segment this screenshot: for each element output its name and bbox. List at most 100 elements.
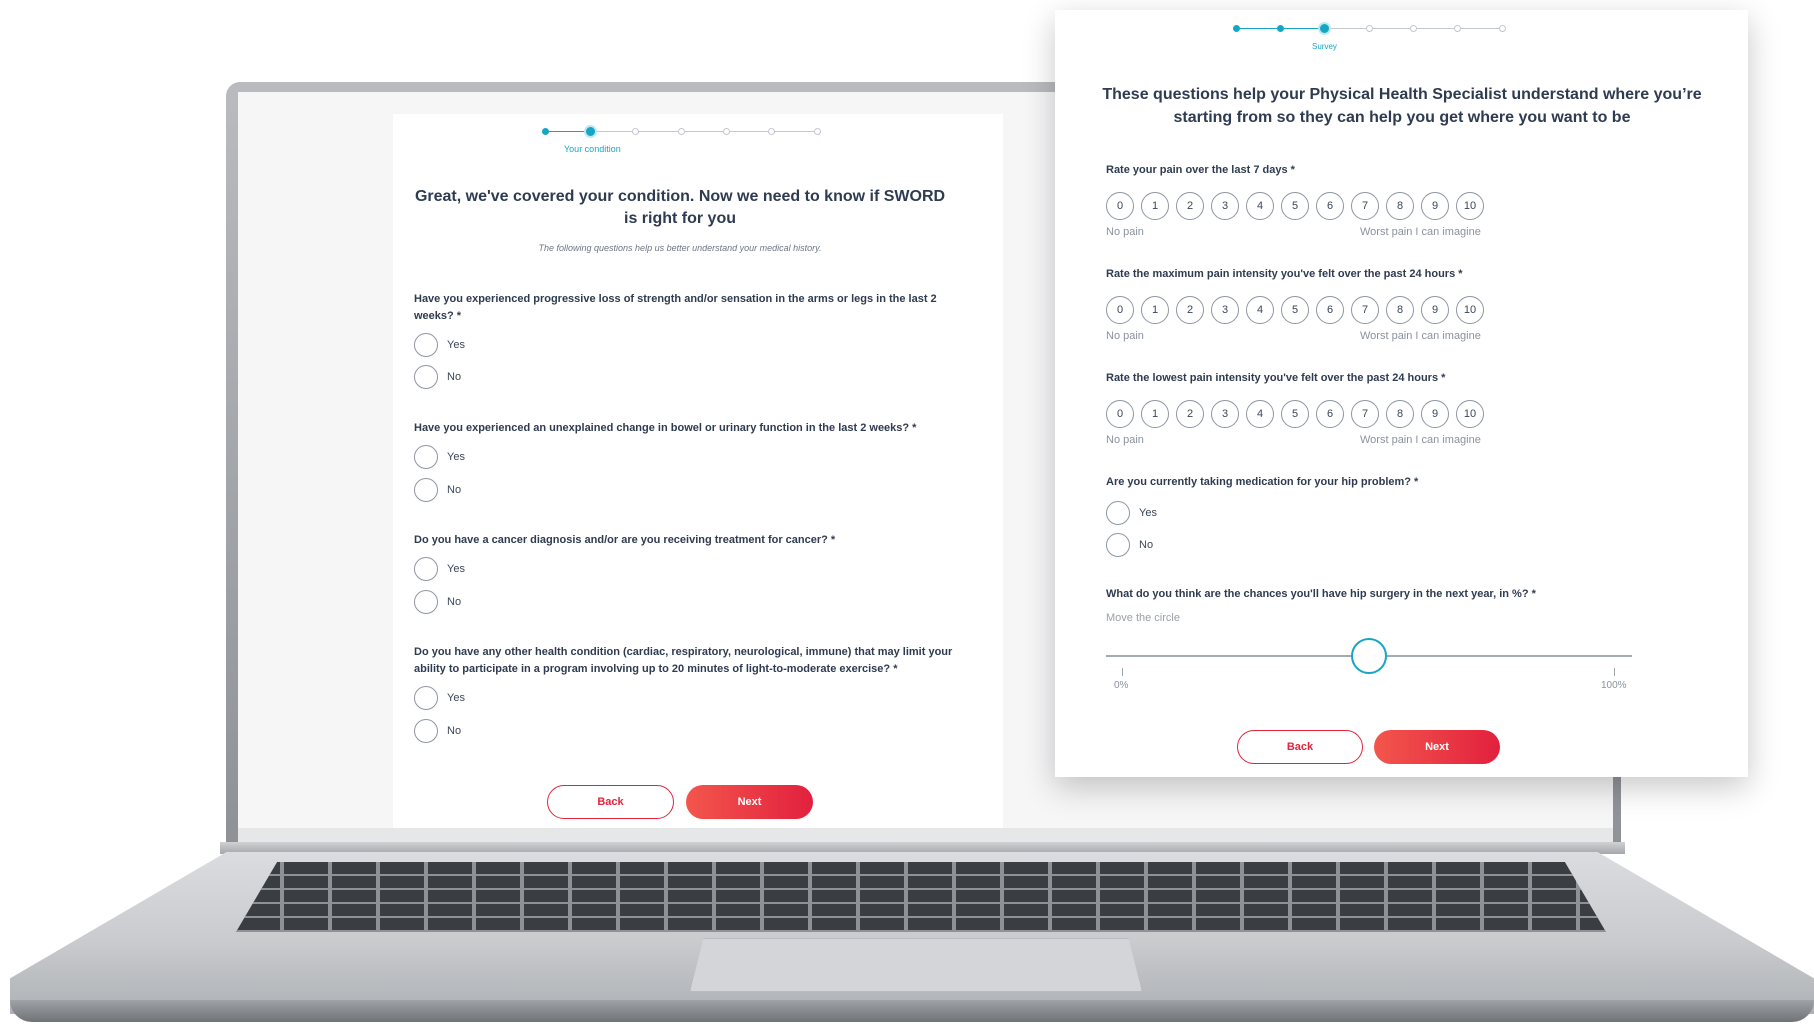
radio-button[interactable]: [1106, 533, 1130, 557]
radio-button[interactable]: [414, 557, 438, 581]
page-title: Great, we've covered your condition. Now…: [414, 188, 946, 227]
rating-option-7[interactable]: 7: [1351, 296, 1379, 324]
option-label: No: [447, 596, 462, 608]
progress-stepper: [541, 125, 821, 138]
current-step-label: Survey: [1312, 42, 1337, 51]
option-no[interactable]: No: [1106, 532, 1153, 558]
option-no[interactable]: No: [414, 718, 461, 744]
rating-option-1[interactable]: 1: [1141, 296, 1169, 324]
rating-option-0[interactable]: 0: [1106, 192, 1134, 220]
rating-option-0[interactable]: 0: [1106, 400, 1134, 428]
slider-hint: Move the circle: [1106, 612, 1180, 624]
question-medication: Are you currently taking medication for …: [1106, 476, 1419, 488]
rating-option-10[interactable]: 10: [1456, 192, 1484, 220]
rating-option-3[interactable]: 3: [1211, 192, 1239, 220]
question-surgery-chance: What do you think are the chances you'll…: [1106, 588, 1536, 600]
radio-button[interactable]: [414, 445, 438, 469]
radio-button[interactable]: [414, 333, 438, 357]
back-button[interactable]: Back: [547, 785, 674, 819]
rating-option-8[interactable]: 8: [1386, 400, 1414, 428]
next-button[interactable]: Next: [686, 785, 813, 819]
keyboard: [236, 862, 1606, 932]
option-no[interactable]: No: [414, 589, 461, 615]
panel-title: These questions help your Physical Healt…: [1102, 86, 1702, 126]
radio-button[interactable]: [414, 719, 438, 743]
rating-option-9[interactable]: 9: [1421, 192, 1449, 220]
rating-option-2[interactable]: 2: [1176, 296, 1204, 324]
rating-option-7[interactable]: 7: [1351, 192, 1379, 220]
rating-option-1[interactable]: 1: [1141, 192, 1169, 220]
option-label: No: [447, 725, 462, 737]
next-button[interactable]: Next: [1374, 730, 1500, 764]
option-label: Yes: [447, 451, 465, 463]
option-label: No: [1139, 539, 1154, 551]
page-subtitle: The following questions help us better u…: [538, 243, 822, 253]
stepper-connector: [726, 131, 772, 132]
rating-option-2[interactable]: 2: [1176, 192, 1204, 220]
stepper-connector: [1457, 28, 1502, 29]
step-dot: [677, 128, 685, 135]
back-button[interactable]: Back: [1237, 730, 1363, 764]
rating-option-9[interactable]: 9: [1421, 296, 1449, 324]
stepper-connector: [635, 131, 681, 132]
rating-option-4[interactable]: 4: [1246, 296, 1274, 324]
rating-option-0[interactable]: 0: [1106, 296, 1134, 324]
radio-button[interactable]: [414, 590, 438, 614]
rating-option-7[interactable]: 7: [1351, 400, 1379, 428]
option-yes[interactable]: Yes: [1106, 500, 1157, 526]
current-step-dot: [1318, 22, 1332, 35]
slider-handle[interactable]: [1351, 638, 1387, 674]
rating-option-3[interactable]: 3: [1211, 296, 1239, 324]
radio-button[interactable]: [1106, 501, 1130, 525]
option-label: Yes: [447, 692, 465, 704]
option-no[interactable]: No: [414, 364, 461, 390]
rating-option-1[interactable]: 1: [1141, 400, 1169, 428]
option-yes[interactable]: Yes: [414, 556, 465, 582]
rating-option-5[interactable]: 5: [1281, 192, 1309, 220]
scale-min-label: No pain: [1106, 330, 1144, 342]
question-other-condition: Do you have any other health condition (…: [414, 646, 953, 675]
stepper-connector: [1369, 28, 1414, 29]
radio-button[interactable]: [414, 686, 438, 710]
pain-rating-scale: 0 1 2 3 4 5 6 7 8 9 10: [1106, 296, 1484, 324]
rating-option-3[interactable]: 3: [1211, 400, 1239, 428]
rating-option-8[interactable]: 8: [1386, 296, 1414, 324]
option-label: No: [447, 484, 462, 496]
rating-option-6[interactable]: 6: [1316, 192, 1344, 220]
screen-bezel: [238, 828, 1613, 842]
option-yes[interactable]: Yes: [414, 332, 465, 358]
step-dot: [813, 128, 821, 135]
option-yes[interactable]: Yes: [414, 444, 465, 470]
rating-option-10[interactable]: 10: [1456, 296, 1484, 324]
rating-option-2[interactable]: 2: [1176, 400, 1204, 428]
stepper-connector: [1236, 28, 1281, 29]
slider-min-label: 0%: [1114, 680, 1129, 691]
pain-rating-scale: 0 1 2 3 4 5 6 7 8 9 10: [1106, 400, 1484, 428]
stepper-connector: [1324, 28, 1369, 29]
radio-button[interactable]: [414, 478, 438, 502]
rating-option-9[interactable]: 9: [1421, 400, 1449, 428]
rating-option-5[interactable]: 5: [1281, 296, 1309, 324]
option-yes[interactable]: Yes: [414, 685, 465, 711]
step-dot: [1454, 25, 1462, 32]
rating-option-4[interactable]: 4: [1246, 400, 1274, 428]
current-step-label: Your condition: [564, 144, 621, 154]
slider-tick-max: [1614, 668, 1615, 676]
rating-option-5[interactable]: 5: [1281, 400, 1309, 428]
current-step-dot: [583, 125, 597, 138]
scale-min-label: No pain: [1106, 434, 1144, 446]
step-dot: [768, 128, 776, 135]
rating-option-4[interactable]: 4: [1246, 192, 1274, 220]
rating-option-10[interactable]: 10: [1456, 400, 1484, 428]
option-no[interactable]: No: [414, 477, 461, 503]
slider-max-label: 100%: [1601, 680, 1627, 691]
rating-option-8[interactable]: 8: [1386, 192, 1414, 220]
rating-option-6[interactable]: 6: [1316, 296, 1344, 324]
step-dot: [722, 128, 730, 135]
pain-rating-scale: 0 1 2 3 4 5 6 7 8 9 10: [1106, 192, 1484, 220]
rating-option-6[interactable]: 6: [1316, 400, 1344, 428]
radio-button[interactable]: [414, 365, 438, 389]
question-bowel-urinary: Have you experienced an unexplained chan…: [414, 422, 917, 434]
touchpad: [690, 938, 1142, 992]
slider-tick-min: [1122, 668, 1123, 676]
